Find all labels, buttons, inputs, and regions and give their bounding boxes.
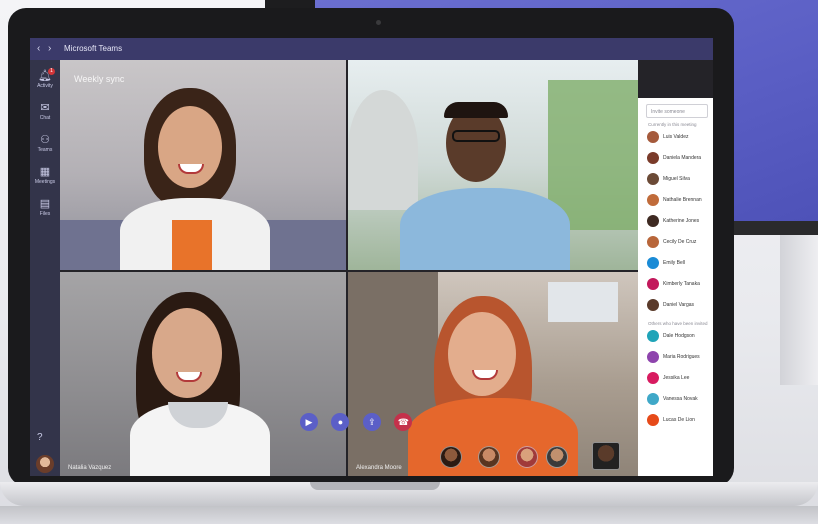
participant-avatar — [647, 215, 659, 227]
laptop-shadow — [0, 506, 818, 524]
hang-up-icon[interactable]: ☎ — [394, 413, 413, 431]
rail-item-label: Teams — [37, 147, 53, 153]
rail-item-chat[interactable]: ✉ Chat — [34, 102, 56, 126]
rail-item-teams[interactable]: ⚇ Teams — [34, 134, 56, 158]
laptop-notch — [310, 482, 440, 490]
face — [158, 106, 222, 188]
calendar-icon: ▦ — [39, 166, 51, 178]
video-tile-1[interactable]: Weekly sync — [60, 60, 346, 270]
teams-icon: ⚇ — [40, 134, 50, 146]
participant-avatar — [647, 236, 659, 248]
participant-avatar — [647, 173, 659, 185]
files-icon: ▤ — [39, 198, 51, 210]
rail-item-meetings[interactable]: ▦ Meetings — [34, 166, 56, 190]
laptop-screen: ‹ › Microsoft Teams 🔔︎ Activity 1 ✉ Chat… — [30, 38, 713, 476]
participant-thumbnail[interactable] — [478, 446, 500, 468]
participant-thumbnail[interactable] — [546, 446, 568, 468]
app-rail: 🔔︎ Activity 1 ✉ Chat ⚇ Teams ▦ Meetings … — [30, 60, 60, 476]
participant-avatar — [647, 330, 659, 342]
video-tile-3[interactable]: Natalia Vazquez — [60, 272, 346, 476]
participant-row[interactable]: Cecily De Cruz — [647, 235, 711, 251]
participant-row[interactable]: Daniel Vargas — [647, 298, 711, 314]
glasses — [452, 130, 500, 142]
app-title: Microsoft Teams — [64, 44, 123, 53]
hair — [444, 102, 508, 118]
activity-badge: 1 — [48, 68, 55, 75]
title-bar: ‹ › Microsoft Teams — [30, 38, 713, 60]
participant-name: Nathalie Brennan — [663, 197, 702, 203]
participant-name: Dale Hodgson — [663, 333, 695, 339]
rail-item-label: Chat — [39, 115, 51, 121]
back-arrow-icon[interactable]: ‹ — [37, 43, 40, 54]
participant-name: Emily Bell — [663, 260, 685, 266]
meeting-title: Weekly sync — [74, 74, 125, 84]
face — [448, 312, 516, 396]
participant-name: Luis Valdez — [663, 134, 689, 140]
participant-name: Kimberly Tanaka — [663, 281, 700, 287]
participant-avatar — [647, 257, 659, 269]
section-header: Others who have been invited — [648, 321, 708, 326]
section-header: Currently in this meeting — [648, 122, 697, 127]
self-preview[interactable] — [592, 442, 620, 470]
participant-row[interactable]: Miguel Silva — [647, 172, 711, 188]
participant-row[interactable]: Vanessa Novak — [647, 392, 711, 408]
participant-name: Cecily De Cruz — [663, 239, 697, 245]
participant-avatar — [647, 131, 659, 143]
mic-icon[interactable]: ● — [331, 413, 350, 431]
participant-avatar — [647, 393, 659, 405]
help-icon[interactable]: ? — [37, 432, 43, 443]
chat-icon: ✉ — [40, 102, 50, 114]
share-icon[interactable]: ⇪ — [362, 413, 381, 431]
invite-input[interactable]: Invite someone — [646, 104, 708, 118]
participant-row[interactable]: Emily Bell — [647, 256, 711, 272]
rail-item-label: Files — [39, 211, 51, 217]
participant-name: Maria Rodrigues — [663, 354, 700, 360]
participant-avatar — [647, 152, 659, 164]
laptop: ‹ › Microsoft Teams 🔔︎ Activity 1 ✉ Chat… — [8, 8, 734, 486]
participant-name: Daniel Vargas — [663, 302, 695, 308]
rail-item-label: Meetings — [34, 179, 56, 185]
participant-row[interactable]: Luis Valdez — [647, 130, 711, 146]
participant-name: Jessika Lee — [663, 375, 690, 381]
participant-row[interactable]: Kimberly Tanaka — [647, 277, 711, 293]
user-avatar[interactable] — [36, 455, 54, 473]
scarf — [172, 220, 212, 270]
participant-avatar — [647, 299, 659, 311]
participant-name: Lucas De Lion — [663, 417, 695, 423]
webcam — [376, 20, 381, 25]
participant-row[interactable]: Lucas De Lion — [647, 413, 711, 429]
participant-avatar — [647, 351, 659, 363]
call-controls: ▶ ● ⇪ ☎ — [300, 412, 421, 431]
participant-thumbnail[interactable] — [440, 446, 462, 468]
participants-panel: Invite someone Currently in this meeting… — [638, 98, 713, 476]
participant-name: Miguel Silva — [663, 176, 690, 182]
rail-item-label: Activity — [37, 83, 53, 89]
participant-row[interactable]: Maria Rodrigues — [647, 350, 711, 366]
shirt — [400, 188, 570, 270]
picture-frame — [548, 282, 618, 322]
participant-avatar — [647, 414, 659, 426]
lamp — [348, 90, 418, 210]
monitor-stand — [780, 235, 818, 385]
participant-name: Vanessa Novak — [663, 396, 698, 402]
face — [152, 308, 222, 398]
participant-row[interactable]: Dale Hodgson — [647, 329, 711, 345]
forward-arrow-icon[interactable]: › — [48, 43, 51, 54]
participant-name: Alexandra Moore — [356, 465, 402, 471]
participant-avatar — [647, 194, 659, 206]
participant-name: Daniela Mandera — [663, 155, 702, 161]
video-icon[interactable]: ▶ — [300, 413, 318, 431]
participant-avatar — [647, 372, 659, 384]
rail-item-activity[interactable]: 🔔︎ Activity 1 — [34, 68, 56, 94]
participant-name: Katherine Jones — [663, 218, 700, 224]
participant-row[interactable]: Daniela Mandera — [647, 151, 711, 167]
participant-thumbnail[interactable] — [516, 446, 538, 468]
participant-avatar — [647, 278, 659, 290]
participant-row[interactable]: Jessika Lee — [647, 371, 711, 387]
participant-name: Natalia Vazquez — [68, 465, 112, 471]
video-tile-2[interactable] — [348, 60, 638, 270]
participant-row[interactable]: Nathalie Brennan — [647, 193, 711, 209]
rail-item-files[interactable]: ▤ Files — [34, 198, 56, 222]
participant-row[interactable]: Katherine Jones — [647, 214, 711, 230]
